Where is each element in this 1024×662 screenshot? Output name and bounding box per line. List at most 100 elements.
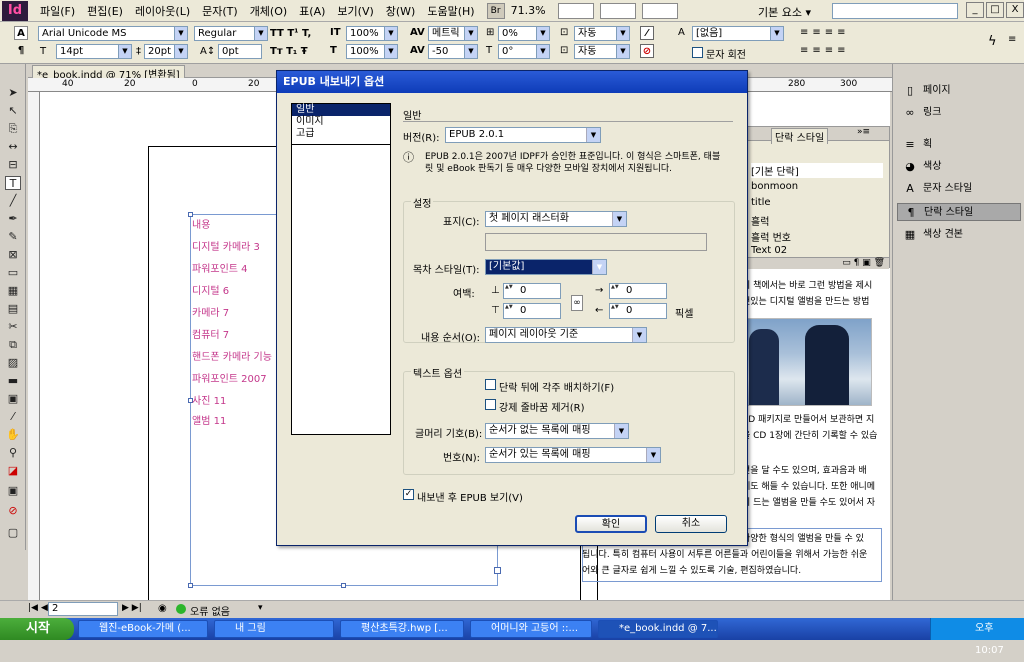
free-transform-tool-icon[interactable]: ⧉ xyxy=(5,338,21,352)
arrange-docs-icon[interactable] xyxy=(641,2,678,19)
para-styles-tab[interactable]: 단락 스타일 xyxy=(771,128,829,144)
panel-menu-icon[interactable]: »≡ xyxy=(857,127,870,137)
margin-right-field[interactable]: 0 xyxy=(609,303,667,319)
para-style-item[interactable]: bonmoon xyxy=(751,181,798,192)
content-order-select[interactable]: 페이지 레이아웃 기준 ▼ xyxy=(485,327,647,343)
dialog-title[interactable]: EPUB 내보내기 옵션 xyxy=(277,71,747,93)
tsume-field[interactable]: 0% ▼ xyxy=(498,26,550,41)
margin-top-field[interactable]: 0 xyxy=(503,283,561,299)
para-style-item[interactable]: Text 02 xyxy=(751,245,787,256)
task-item[interactable]: 웹진-eBook-가메 (... xyxy=(78,620,208,638)
minimize-button[interactable]: _ xyxy=(966,2,984,18)
frame-handle[interactable] xyxy=(188,583,193,588)
stroke-none-icon[interactable]: ⊘ xyxy=(640,44,654,58)
status-menu-icon[interactable]: ▾ xyxy=(258,603,263,613)
lightning-icon[interactable]: ϟ xyxy=(988,34,997,49)
page-field[interactable]: 2 xyxy=(48,602,118,616)
skew-field[interactable]: 0° ▼ xyxy=(498,44,550,59)
smallcaps-buttons[interactable]: Tт T₁ Ŧ xyxy=(270,46,308,57)
menu-help[interactable]: 도움말(H) xyxy=(421,3,480,19)
cancel-button[interactable]: 취소 xyxy=(655,515,727,533)
menu-type[interactable]: 문자(T) xyxy=(196,3,244,19)
view-after-checkbox[interactable]: ✓ xyxy=(403,489,414,500)
fill-stroke-icon[interactable]: ◪ xyxy=(5,464,21,478)
bullets-select[interactable]: 순서가 없는 목록에 매핑 ▼ xyxy=(485,423,629,439)
rectangle-tool-icon[interactable]: ▭ xyxy=(5,266,21,280)
preflight-icon[interactable]: ◉ xyxy=(158,603,167,614)
rect-frame-tool-icon[interactable]: ⊠ xyxy=(5,248,21,262)
nav-general[interactable]: 일반 xyxy=(292,104,390,116)
cover-select[interactable]: 첫 페이지 래스터화 ▼ xyxy=(485,211,627,227)
aki-before-field[interactable]: 자동 ▼ xyxy=(574,26,630,41)
para-style-item[interactable]: 흘럭 xyxy=(751,213,769,228)
remove-breaks-checkbox[interactable] xyxy=(485,399,496,410)
frame-handle[interactable] xyxy=(494,567,501,574)
bridge-button[interactable]: Br xyxy=(486,2,505,19)
note-tool-icon[interactable]: ▣ xyxy=(5,392,21,406)
char-format-icon[interactable]: A xyxy=(14,26,28,40)
allcaps-buttons[interactable]: TT T¹ T, xyxy=(270,28,311,39)
version-select[interactable]: EPUB 2.0.1 ▼ xyxy=(445,127,601,143)
toc-style-select[interactable]: [기본값] ▼ xyxy=(485,259,607,275)
leading-field[interactable]: 20pt ▼ xyxy=(144,44,188,59)
formatting-icon[interactable]: ▣ xyxy=(5,484,21,498)
kerning-field[interactable]: 메트릭 ▼ xyxy=(428,26,478,41)
screen-mode-icon[interactable] xyxy=(599,2,636,19)
panel-stroke[interactable]: ≡ 획 xyxy=(897,136,1021,154)
menu-view[interactable]: 보기(V) xyxy=(331,3,379,19)
align-buttons-row2[interactable]: ≡≡≡≡ xyxy=(800,45,850,56)
task-item[interactable]: 평산초특강.hwp [... xyxy=(340,620,464,638)
font-size-field[interactable]: 14pt ▼ xyxy=(56,44,132,59)
panel-swatches[interactable]: ▦ 색상 견본 xyxy=(897,226,1021,244)
panel-menu-icon[interactable]: ≡ xyxy=(1008,34,1016,45)
content-collector-icon[interactable]: ⊟ xyxy=(5,158,21,172)
view-options-icon[interactable] xyxy=(557,2,594,19)
font-style-select[interactable]: Regular ▼ xyxy=(194,26,268,41)
hand-tool-icon[interactable]: ✋ xyxy=(5,428,21,442)
menu-object[interactable]: 개체(O) xyxy=(244,3,293,19)
scissors-tool-icon[interactable]: ✂ xyxy=(5,320,21,334)
gradient-feather-tool-icon[interactable]: ▬ xyxy=(5,374,21,388)
menu-window[interactable]: 창(W) xyxy=(380,3,422,19)
char-style-select[interactable]: [없음] ▼ xyxy=(692,26,784,41)
aki-after-field[interactable]: 자동 ▼ xyxy=(574,44,630,59)
panel-color[interactable]: ◕ 색상 xyxy=(897,158,1021,176)
menu-edit[interactable]: 편집(E) xyxy=(81,3,129,19)
gradient-tool-icon[interactable]: ▨ xyxy=(5,356,21,370)
panel-para-styles[interactable]: ¶ 단락 스타일 xyxy=(897,203,1021,221)
margin-bottom-field[interactable]: 0 xyxy=(503,303,561,319)
para-style-item[interactable]: 흘럭 번호 xyxy=(751,229,791,244)
line-tool-icon[interactable]: ╱ xyxy=(5,194,21,208)
page-tool-icon[interactable]: ⎘ xyxy=(5,122,21,136)
pen-tool-icon[interactable]: ✒ xyxy=(5,212,21,226)
font-family-select[interactable]: Arial Unicode MS ▼ xyxy=(38,26,188,41)
panel-footer-buttons[interactable]: ▭ ¶ ▣ 🗑 xyxy=(747,257,889,269)
selection-tool-icon[interactable]: ➤ xyxy=(5,86,21,100)
workspace-switcher[interactable]: 기본 요소 ▾ xyxy=(758,4,811,20)
panel-char-styles[interactable]: A 문자 스타일 xyxy=(897,180,1021,198)
zoom-tool-icon[interactable]: ⚲ xyxy=(5,446,21,460)
menu-table[interactable]: 표(A) xyxy=(293,3,331,19)
align-buttons-row1[interactable]: ≡≡≡≡ xyxy=(800,27,850,38)
para-style-item[interactable]: [기본 단락] xyxy=(751,163,883,178)
start-button[interactable]: 시작 xyxy=(0,618,74,640)
link-margins-icon[interactable]: ∞ xyxy=(571,295,583,311)
screen-mode-icon[interactable]: ▢ xyxy=(5,526,21,540)
task-item[interactable]: 어머니와 고등어 ::... xyxy=(470,620,592,638)
nav-image[interactable]: 이미지 xyxy=(292,116,390,128)
numbers-select[interactable]: 순서가 있는 목록에 매핑 ▼ xyxy=(485,447,661,463)
char-rotate-checkbox[interactable] xyxy=(692,47,703,58)
panel-links[interactable]: ∞ 링크 xyxy=(897,104,1021,122)
eyedropper-tool-icon[interactable]: ⁄ xyxy=(5,410,21,424)
horizontal-scale-field[interactable]: 100% ▼ xyxy=(346,44,398,59)
table-tool-icon[interactable]: ▦ xyxy=(5,284,21,298)
menu-file[interactable]: 파일(F) xyxy=(34,3,81,19)
close-button[interactable]: X xyxy=(1006,2,1024,18)
nav-advanced[interactable]: 고급 xyxy=(292,128,390,140)
tracking-field[interactable]: -50 ▼ xyxy=(428,44,478,59)
zoom-level[interactable]: 71.3% xyxy=(511,4,546,17)
fill-none-icon[interactable]: ⁄ xyxy=(640,26,654,40)
ok-button[interactable]: 확인 xyxy=(575,515,647,533)
margin-left-field[interactable]: 0 xyxy=(609,283,667,299)
footnote-checkbox[interactable] xyxy=(485,379,496,390)
